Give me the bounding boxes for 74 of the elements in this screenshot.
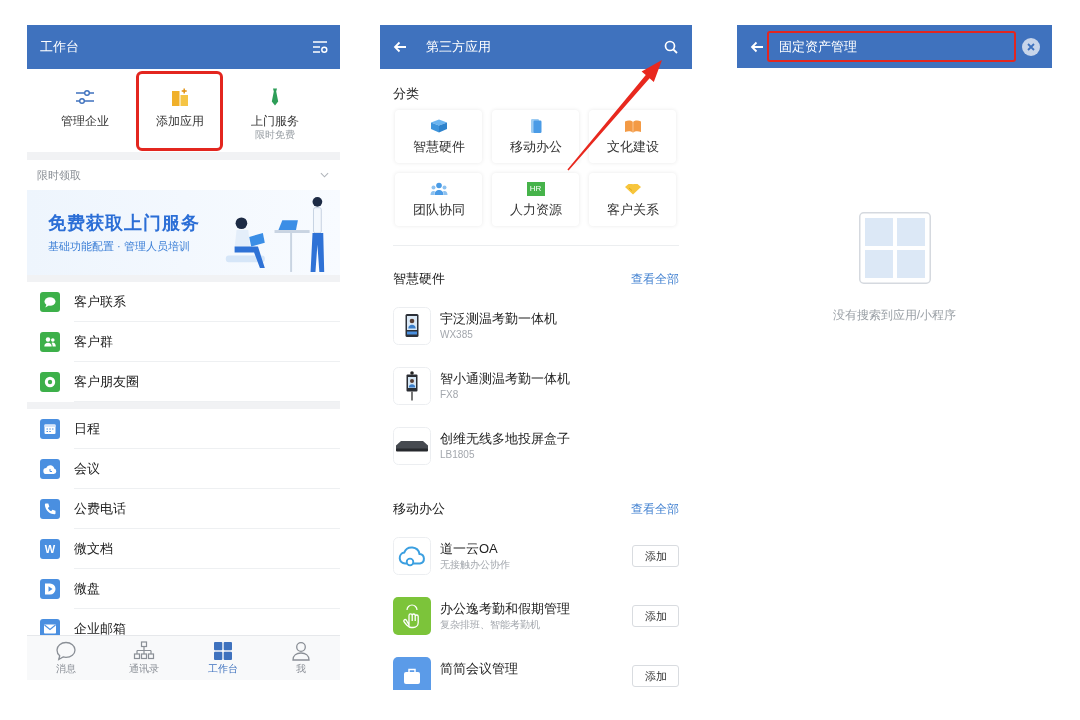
app-subtitle: 无接触办公协作 xyxy=(440,558,511,572)
promo-banner[interactable]: 免费获取上门服务 基础功能配置 · 管理人员培训 xyxy=(27,190,340,275)
app-name: 道一云OA xyxy=(440,540,499,558)
app-list-item[interactable]: 公费电话 xyxy=(27,489,340,529)
blocks-plus-icon xyxy=(169,87,190,106)
hand-tap-icon xyxy=(393,597,431,635)
phone-icon xyxy=(40,499,60,519)
cloud-clock-icon xyxy=(40,459,60,479)
category-button[interactable]: HR 人力资源 xyxy=(492,173,579,226)
cube-icon xyxy=(429,118,448,133)
app-list-item[interactable]: 客户群 xyxy=(27,322,340,362)
hr-badge-icon: HR xyxy=(526,181,545,196)
clear-icon[interactable] xyxy=(1022,37,1040,56)
app-subtitle: 复杂排班、智能考勤机 xyxy=(440,618,541,632)
app-subtitle: WX385 xyxy=(440,328,474,342)
sliders-icon xyxy=(74,87,95,106)
header-title: 工作台 xyxy=(40,38,79,57)
chat-bubble-icon xyxy=(55,641,78,661)
category-button[interactable]: 文化建设 xyxy=(589,110,676,163)
banner-headline: 免费获取上门服务 xyxy=(48,212,200,234)
set-top-box-icon xyxy=(393,427,431,465)
view-all-link[interactable]: 查看全部 xyxy=(631,270,679,288)
grid-icon xyxy=(211,641,234,661)
play-icon xyxy=(40,579,60,599)
shortcut-button[interactable]: 上门服务 限时免费 xyxy=(231,70,318,151)
app-grid-icon xyxy=(858,212,931,284)
section-title: 智慧硬件 xyxy=(393,270,445,289)
search-icon[interactable] xyxy=(664,40,678,54)
app-name: 创维无线多地投屏盒子 xyxy=(440,430,571,448)
settings-icon[interactable] xyxy=(312,40,328,54)
book-icon xyxy=(623,118,642,133)
category-button[interactable]: 团队协同 xyxy=(395,173,482,226)
chat-bubble-icon xyxy=(40,292,60,312)
person-icon xyxy=(289,641,312,661)
add-button[interactable]: 添加 xyxy=(632,665,679,687)
header-title: 第三方应用 xyxy=(426,38,491,57)
ring-icon xyxy=(40,372,60,392)
app-subtitle: LB1805 xyxy=(440,448,476,462)
letter-icon: W xyxy=(40,539,60,559)
empty-message: 没有搜索到应用/小程序 xyxy=(832,307,957,323)
people-group-icon xyxy=(429,181,448,196)
section-title: 限时领取 xyxy=(37,167,81,183)
back-arrow-icon[interactable] xyxy=(393,41,407,53)
app-name: 简简会议管理 xyxy=(440,660,519,678)
diamond-icon xyxy=(623,181,642,196)
add-button[interactable]: 添加 xyxy=(632,605,679,627)
category-button[interactable]: 智慧硬件 xyxy=(395,110,482,163)
shortcut-button[interactable]: 管理企业 xyxy=(41,70,128,151)
search-field[interactable]: 固定资产管理 xyxy=(767,31,1016,62)
category-button[interactable]: 客户关系 xyxy=(589,173,676,226)
app-list-item[interactable]: 微盘 xyxy=(27,569,340,609)
app-name: 智小通测温考勤一体机 xyxy=(440,370,571,388)
app-list-item[interactable]: 客户联系 xyxy=(27,282,340,322)
shortcut-button[interactable]: 添加应用 xyxy=(136,70,223,151)
section-title: 分类 xyxy=(393,85,419,103)
app-name: 办公逸考勤和假期管理 xyxy=(440,600,571,618)
app-list-item[interactable]: 会议 xyxy=(27,449,340,489)
category-button[interactable]: 移动办公 xyxy=(492,110,579,163)
app-name: 宇泛测温考勤一体机 xyxy=(440,310,558,328)
terminal-on-stand-icon xyxy=(393,367,431,405)
add-button[interactable]: 添加 xyxy=(632,545,679,567)
org-chart-icon xyxy=(133,641,156,661)
view-all-link[interactable]: 查看全部 xyxy=(631,500,679,518)
app-list-item[interactable]: W 微文档 xyxy=(27,529,340,569)
app-list-item[interactable]: 日程 xyxy=(27,409,340,449)
tab-button[interactable]: 工作台 xyxy=(183,636,262,680)
app-subtitle: FX8 xyxy=(440,388,460,402)
people-icon xyxy=(40,332,60,352)
section-title: 移动办公 xyxy=(393,500,445,519)
calendar-icon xyxy=(40,419,60,439)
cloud-icon xyxy=(393,537,431,575)
banner-subtitle: 基础功能配置 · 管理人员培训 xyxy=(48,239,191,253)
terminal-device-icon xyxy=(393,307,431,345)
back-arrow-icon[interactable] xyxy=(750,40,764,53)
